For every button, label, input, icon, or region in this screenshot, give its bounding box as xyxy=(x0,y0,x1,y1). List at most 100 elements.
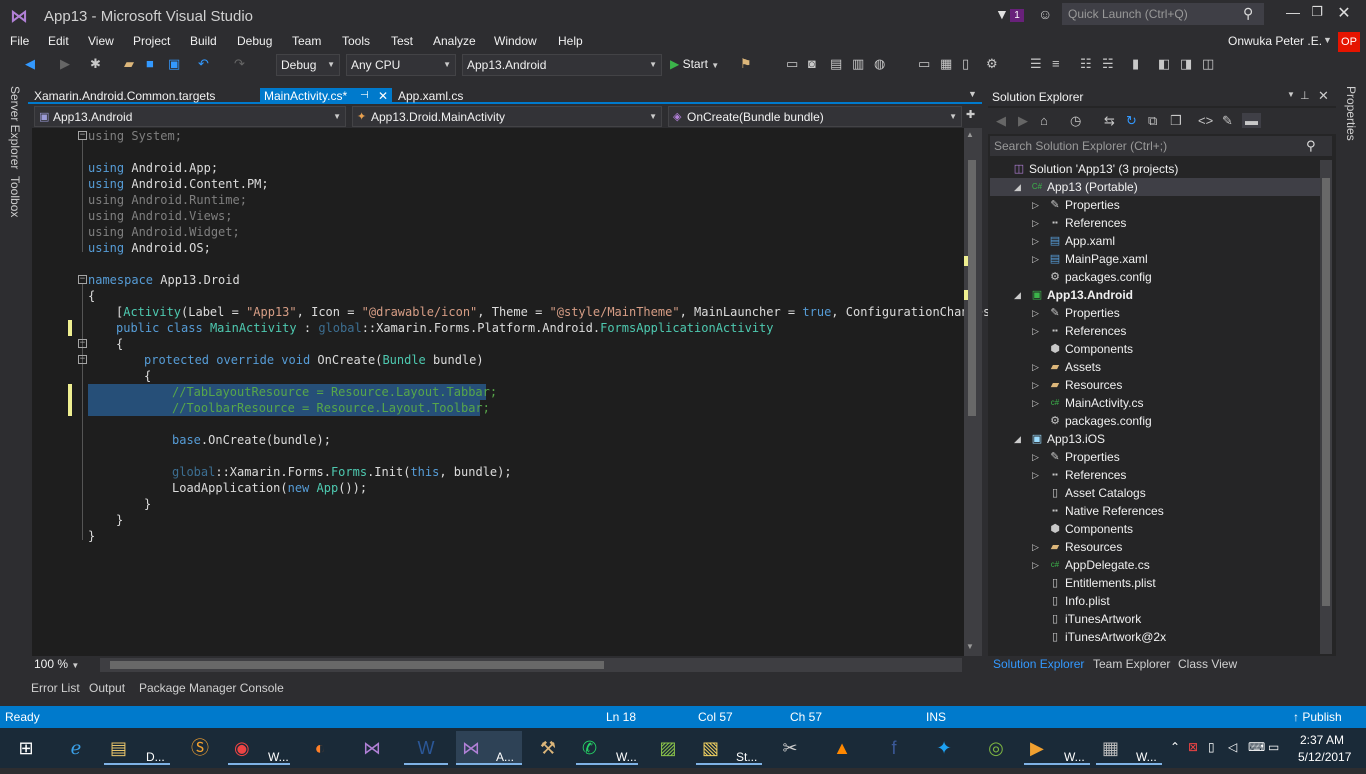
scroll-down-icon[interactable]: ▼ xyxy=(966,642,974,651)
view-code-icon[interactable]: <> xyxy=(1198,113,1213,128)
tree-item[interactable]: ▯ Info.plist xyxy=(990,592,1320,610)
member-navigation-select[interactable]: ◈ OnCreate(Bundle bundle) ▼ xyxy=(668,106,962,127)
expanded-arrow-icon[interactable]: ◢ xyxy=(1014,178,1021,196)
tree-item[interactable]: ▷ ▪▪ References xyxy=(990,214,1320,232)
settings-icon[interactable]: ⚙ xyxy=(986,56,998,72)
tree-item[interactable]: ▷ ✎ Properties xyxy=(990,196,1320,214)
forward-icon[interactable]: ▶ xyxy=(60,56,70,72)
collapsed-arrow-icon[interactable]: ▷ xyxy=(1032,376,1039,394)
language-icon[interactable]: ⌨ xyxy=(1248,740,1265,754)
pin-icon[interactable]: ⊥ xyxy=(1300,89,1310,102)
publish-button[interactable]: ↑ Publish xyxy=(1293,710,1342,724)
tab-error-list[interactable]: Error List xyxy=(31,681,80,695)
device-log-icon[interactable]: ▥ xyxy=(852,56,864,72)
internet-explorer-icon[interactable]: ℯ xyxy=(54,731,98,765)
collapsed-arrow-icon[interactable]: ▷ xyxy=(1032,448,1039,466)
collapsed-arrow-icon[interactable]: ▷ xyxy=(1032,538,1039,556)
back-icon[interactable]: ◀ xyxy=(25,56,35,72)
menu-edit[interactable]: Edit xyxy=(48,34,69,48)
show-all-files-icon[interactable]: ❒ xyxy=(1170,113,1182,129)
whatsapp-task[interactable]: ✆ W... xyxy=(576,731,638,765)
facebook-icon[interactable]: f xyxy=(872,731,916,765)
panel-menu-icon[interactable]: ▼ xyxy=(1287,90,1295,99)
menu-debug[interactable]: Debug xyxy=(237,34,272,48)
tab-output[interactable]: Output xyxy=(89,681,125,695)
notifications-filter-icon[interactable]: ▼ xyxy=(995,6,1009,22)
tree-item[interactable]: ◢ ▣ App13.Android xyxy=(990,286,1320,304)
collapsed-arrow-icon[interactable]: ▷ xyxy=(1032,556,1039,574)
tree-item[interactable]: ▷ ▪▪ References xyxy=(990,466,1320,484)
collapse-toggle-icon[interactable]: − xyxy=(78,131,87,140)
zoom-select[interactable]: 100 % ▼ xyxy=(32,657,92,673)
window-layout-icon[interactable]: ▯ xyxy=(962,56,969,72)
server-explorer-tab[interactable]: Server Explorer xyxy=(8,86,22,169)
properties-tab[interactable]: Properties xyxy=(1344,86,1358,141)
save-icon[interactable]: ■ xyxy=(146,56,154,71)
feedback-icon[interactable]: ☺ xyxy=(1038,6,1052,22)
tree-item[interactable]: ◫ Solution 'App13' (3 projects) xyxy=(990,160,1320,178)
pin-icon[interactable]: ⊣ xyxy=(360,88,369,104)
visual-studio-icon[interactable]: ⋈ xyxy=(350,731,394,765)
tree-item[interactable]: ▷ ✎ Properties xyxy=(990,448,1320,466)
collapsed-arrow-icon[interactable]: ▷ xyxy=(1032,232,1039,250)
visual-studio-task[interactable]: ⋈ A... xyxy=(456,731,522,765)
tree-item[interactable]: ▷ ▤ MainPage.xaml xyxy=(990,250,1320,268)
close-icon[interactable]: ✕ xyxy=(1318,88,1329,104)
tree-item[interactable]: ▪▪ Native References xyxy=(990,502,1320,520)
maximize-button[interactable]: ❐ xyxy=(1306,4,1328,20)
clear-bookmarks-icon[interactable]: ◫ xyxy=(1202,56,1214,72)
menu-window[interactable]: Window xyxy=(494,34,537,48)
menu-analyze[interactable]: Analyze xyxy=(433,34,476,48)
tree-item[interactable]: ◢ C# App13 (Portable) xyxy=(990,178,1320,196)
snipping-tool-icon[interactable]: ✂ xyxy=(768,731,812,765)
tab-solution-explorer[interactable]: Solution Explorer xyxy=(993,657,1084,671)
back-icon[interactable]: ◀ xyxy=(996,113,1006,129)
tree-item[interactable]: ⬢ Components xyxy=(990,340,1320,358)
collapsed-arrow-icon[interactable]: ▷ xyxy=(1032,358,1039,376)
tabs-dropdown-icon[interactable]: ▼ xyxy=(968,89,977,99)
tree-item[interactable]: ⚙ packages.config xyxy=(990,268,1320,286)
tree-item[interactable]: ▷ ▤ App.xaml xyxy=(990,232,1320,250)
collapse-toggle-icon[interactable]: − xyxy=(78,275,87,284)
tab-app-xaml-cs[interactable]: App.xaml.cs xyxy=(394,88,467,104)
tab-package-manager-console[interactable]: Package Manager Console xyxy=(139,681,284,695)
solution-explorer-scroll-thumb[interactable] xyxy=(1322,178,1330,606)
prev-bookmark-icon[interactable]: ◧ xyxy=(1158,56,1170,72)
tree-item[interactable]: ▯ iTunesArtwork xyxy=(990,610,1320,628)
avatar[interactable]: OP xyxy=(1338,32,1360,52)
camera-icon[interactable]: ◎ xyxy=(974,731,1018,765)
startup-project-select[interactable]: App13.Android ▼ xyxy=(462,54,662,76)
tree-item[interactable]: ▷ ▰ Resources xyxy=(990,376,1320,394)
next-bookmark-icon[interactable]: ◨ xyxy=(1180,56,1192,72)
menu-tools[interactable]: Tools xyxy=(342,34,370,48)
user-name[interactable]: Onwuka Peter .E. xyxy=(1228,34,1322,48)
menu-team[interactable]: Team xyxy=(292,34,321,48)
tab-class-view[interactable]: Class View xyxy=(1178,657,1237,671)
collapsed-arrow-icon[interactable]: ▷ xyxy=(1032,304,1039,322)
menu-file[interactable]: File xyxy=(10,34,29,48)
tree-item[interactable]: ▷ ✎ Properties xyxy=(990,304,1320,322)
menu-build[interactable]: Build xyxy=(190,34,217,48)
battery-icon[interactable]: ▯ xyxy=(1208,740,1215,754)
close-button[interactable]: ✕ xyxy=(1333,3,1355,23)
clock-time[interactable]: 2:37 AM xyxy=(1300,733,1344,747)
sticky-notes-task[interactable]: ▧ St... xyxy=(696,731,762,765)
solution-config-select[interactable]: Debug ▼ xyxy=(276,54,340,76)
tree-item[interactable]: ⚙ packages.config xyxy=(990,412,1320,430)
project-navigation-select[interactable]: ▣ App13.Android ▼ xyxy=(34,106,346,127)
search-icon[interactable]: ⚲ xyxy=(1243,5,1253,22)
comment-icon[interactable]: ☷ xyxy=(1080,56,1092,72)
show-hidden-icons-icon[interactable]: ⌃ xyxy=(1170,740,1180,754)
expanded-arrow-icon[interactable]: ◢ xyxy=(1014,430,1021,448)
word-icon[interactable]: W xyxy=(404,731,448,765)
close-tab-icon[interactable]: ✕ xyxy=(378,88,388,104)
collapse-toggle-icon[interactable]: − xyxy=(78,339,87,348)
collapsed-arrow-icon[interactable]: ▷ xyxy=(1032,394,1039,412)
layout-icon[interactable]: ▦ xyxy=(940,56,952,72)
collapsed-arrow-icon[interactable]: ▷ xyxy=(1032,466,1039,484)
find-files-icon[interactable]: ⚑ xyxy=(740,56,752,72)
split-editor-icon[interactable]: ✚ xyxy=(966,108,975,121)
twitter-icon[interactable]: ✦ xyxy=(922,731,966,765)
collapse-toggle-icon[interactable]: − xyxy=(78,355,87,364)
media-player-task[interactable]: ▶ W... xyxy=(1024,731,1090,765)
